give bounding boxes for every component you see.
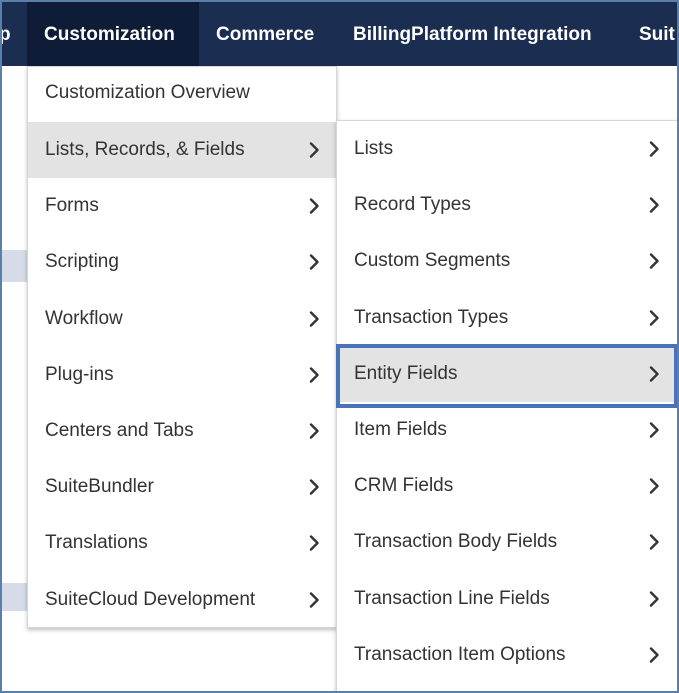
chevron-right-icon-wrap [646,402,662,458]
nav-item-billingplatform-integration[interactable]: BillingPlatform Integration [353,0,623,66]
nav-item-partial-left[interactable]: p [0,0,25,66]
chevron-right-icon [309,310,319,327]
menu-item-label: Centers and Tabs [45,420,194,441]
menu-item-label: Plug-ins [45,363,114,385]
nav-item-partial-right[interactable]: Suit [639,0,679,66]
chevron-right-icon [649,141,659,157]
chevron-right-icon [649,309,659,326]
chevron-right-icon [309,198,319,214]
menu-item-label: SuiteBundler [45,476,154,498]
chevron-right-icon-wrap [306,178,322,234]
chevron-right-icon [649,478,659,494]
nav-item-label: p [0,24,11,45]
chevron-right-icon [649,422,659,438]
submenu-item-label: Custom Segments [354,250,511,272]
submenu-item-crm-fields[interactable]: CRM Fields [337,458,675,514]
submenu-item-label: CRM Fields [354,475,454,497]
chevron-right-icon [649,534,659,551]
menu-item-translations[interactable]: Translations [28,515,336,571]
chevron-right-icon-wrap [646,121,662,177]
chevron-right-icon [649,366,659,382]
menu-item-label: Scripting [45,251,119,273]
top-navigation-bar: p Customization Commerce BillingPlatform… [0,0,679,66]
chevron-right-icon-wrap [306,515,322,571]
background-strip [0,583,28,611]
menu-item-label: Workflow [45,307,123,329]
chevron-right-icon-wrap [646,177,662,233]
submenu-item-label: Record Types [354,194,471,216]
submenu-item-transaction-line-fields[interactable]: Transaction Line Fields [337,571,675,627]
submenu-item-label: Item Fields [354,419,447,440]
submenu-item-transaction-body-fields[interactable]: Transaction Body Fields [337,514,675,570]
chevron-right-icon [309,479,319,495]
chevron-right-icon [309,423,319,439]
submenu-item-label: Transaction Item Options [354,643,566,665]
submenu-item-entity-fields[interactable]: Entity Fields [337,345,675,402]
menu-item-suitecloud-development[interactable]: SuiteCloud Development [28,572,336,628]
nav-item-customization[interactable]: Customization [27,0,199,66]
submenu-item-label: Transaction Line Fields [354,587,550,609]
nav-item-label: Commerce [216,24,315,45]
chevron-right-icon-wrap [306,403,322,459]
menu-item-label: Forms [45,195,99,217]
submenu-item-item-fields[interactable]: Item Fields [337,402,675,458]
chevron-right-icon-wrap [646,627,662,683]
menu-item-lists-records-fields[interactable]: Lists, Records, & Fields [28,122,336,178]
submenu-item-label: Transaction Body Fields [354,531,558,553]
chevron-right-icon-wrap [306,459,322,515]
submenu-item-record-types[interactable]: Record Types [337,177,675,233]
menu-item-workflow[interactable]: Workflow [28,291,336,347]
submenu-item-label: Transaction Types [354,306,509,328]
menu-item-customization-overview[interactable]: Customization Overview [28,67,336,121]
background-strip [0,250,28,282]
chevron-right-icon [649,197,659,213]
submenu-item-transaction-item-options[interactable]: Transaction Item Options [337,627,675,683]
chevron-right-icon-wrap [646,233,662,289]
menu-item-suitebundler[interactable]: SuiteBundler [28,459,336,515]
chevron-right-icon-wrap [646,346,662,402]
chevron-right-icon [649,253,659,270]
chevron-right-icon-wrap [646,458,662,514]
chevron-right-icon [649,647,659,663]
submenu-item-label: Entity Fields [354,362,458,384]
chevron-right-icon-wrap [306,234,322,290]
chevron-right-icon [309,367,319,383]
nav-item-label: BillingPlatform Integration [353,24,592,45]
nav-item-commerce[interactable]: Commerce [216,0,336,66]
menu-item-scripting[interactable]: Scripting [28,234,336,290]
chevron-right-icon-wrap [306,122,322,178]
menu-item-label: SuiteCloud Development [45,588,256,610]
chevron-right-icon [309,591,319,608]
chevron-right-icon-wrap [306,347,322,403]
chevron-right-icon-wrap [306,572,322,628]
nav-item-label: Customization [44,24,175,45]
submenu-item-transaction-types[interactable]: Transaction Types [337,290,675,346]
chevron-right-icon-wrap [646,514,662,570]
menu-divider [336,66,337,120]
chevron-right-icon-wrap [646,571,662,627]
chevron-right-icon [309,142,319,158]
chevron-right-icon [309,254,319,271]
submenu-item-label: Lists [354,138,394,159]
menu-item-label: Lists, Records, & Fields [45,139,245,160]
menu-item-label: Translations [45,532,148,554]
chevron-right-icon [309,535,319,552]
submenu-item-custom-segments[interactable]: Custom Segments [337,233,675,289]
menu-item-forms[interactable]: Forms [28,178,336,234]
chevron-right-icon-wrap [306,291,322,347]
submenu-item-lists[interactable]: Lists [337,121,675,177]
menu-item-plug-ins[interactable]: Plug-ins [28,347,336,403]
chevron-right-icon [649,590,659,607]
nav-item-label: Suit [639,24,675,45]
chevron-right-icon-wrap [646,290,662,346]
menu-item-label: Customization Overview [45,82,250,103]
menu-item-centers-and-tabs[interactable]: Centers and Tabs [28,403,336,459]
